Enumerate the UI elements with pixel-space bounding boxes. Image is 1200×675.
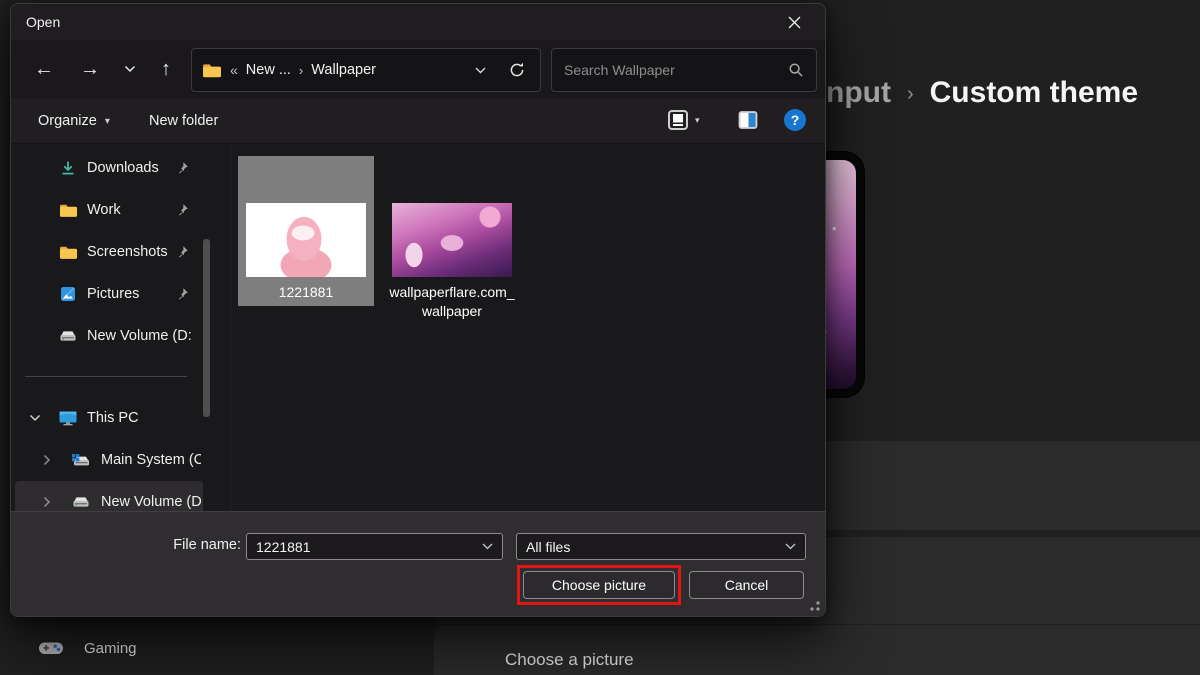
file-name-label: File name:	[11, 537, 241, 553]
sidebar-item-this-pc[interactable]: This PC	[15, 397, 203, 439]
sidebar-item-new-volume-pinned[interactable]: New Volume (D:	[15, 315, 203, 357]
folder-icon	[58, 245, 78, 260]
dialog-title: Open	[26, 14, 60, 30]
file-name-label: 1221881	[238, 283, 374, 302]
breadcrumb: nput › Custom theme	[826, 76, 1138, 110]
chevron-right-icon[interactable]	[43, 454, 51, 466]
file-item-1221881[interactable]: 1221881	[238, 156, 374, 306]
recent-locations-chevron-icon[interactable]	[113, 53, 147, 85]
back-icon[interactable]: ←	[27, 53, 61, 85]
pin-icon	[175, 203, 189, 217]
sidebar-item-label: New Volume (D:	[87, 328, 192, 344]
search-input[interactable]: Search Wallpaper	[551, 48, 817, 92]
dialog-content: Downloads Work	[11, 144, 825, 513]
chevron-down-icon[interactable]	[29, 414, 41, 422]
change-view-icon[interactable]	[667, 109, 689, 131]
preview-pane-icon[interactable]	[737, 109, 759, 131]
refresh-icon[interactable]	[508, 61, 526, 79]
dialog-titlebar: Open	[11, 4, 825, 40]
breadcrumb-parent-partial[interactable]: nput	[826, 76, 891, 110]
file-name-value: 1221881	[256, 539, 311, 555]
chevron-down-icon: ▾	[105, 114, 110, 127]
command-toolbar: Organize ▾ New folder ▾ ?	[11, 98, 825, 144]
file-name-label: wallpaperflare.com_wallpaper	[382, 283, 522, 321]
pin-icon	[175, 245, 189, 259]
breadcrumb-current-folder[interactable]: Wallpaper	[311, 62, 376, 78]
sidebar-item-label: Main System (C	[101, 452, 201, 468]
sidebar-item-label: This PC	[87, 410, 139, 426]
up-icon[interactable]: ↑	[149, 53, 183, 85]
drive-icon	[58, 329, 78, 343]
chevron-down-icon[interactable]	[482, 543, 493, 550]
drive-icon	[71, 495, 91, 509]
sidebar-item-main-system-c[interactable]: Main System (C	[15, 439, 203, 481]
sidebar-item-label: Work	[87, 202, 121, 218]
breadcrumb-parent-folder[interactable]: New ...	[246, 62, 291, 78]
navigation-bar: ← → ↑ « New ... › Wallpaper	[11, 40, 825, 98]
sidebar-item-label: Gaming	[84, 640, 137, 657]
this-pc-icon	[58, 410, 78, 426]
breadcrumb-separator: ›	[907, 80, 914, 106]
file-list: 1221881 wallpaperflare.com_wallpaper	[231, 144, 825, 513]
address-dropdown-chevron-icon[interactable]	[475, 67, 486, 74]
resize-grip[interactable]	[807, 598, 821, 612]
page-title: Custom theme	[930, 76, 1138, 110]
search-icon[interactable]	[788, 62, 804, 78]
chevron-down-icon[interactable]	[785, 543, 796, 550]
navigation-pane: Downloads Work	[11, 144, 231, 513]
sidebar-item-screenshots[interactable]: Screenshots	[15, 231, 203, 273]
chevron-right-icon[interactable]	[43, 496, 51, 508]
pin-icon	[175, 161, 189, 175]
file-type-value: All files	[526, 539, 570, 555]
address-bar[interactable]: « New ... › Wallpaper	[191, 48, 541, 92]
sidebar-item-gaming[interactable]: Gaming	[28, 630, 147, 666]
annotation-highlight-box: Choose picture	[517, 565, 681, 605]
help-icon[interactable]: ?	[784, 109, 806, 131]
view-options-caret-icon[interactable]: ▾	[695, 115, 700, 126]
sidebar-scrollbar[interactable]	[203, 239, 210, 417]
cancel-button[interactable]: Cancel	[689, 571, 804, 599]
os-drive-icon	[71, 453, 91, 468]
download-icon	[58, 160, 78, 176]
open-dialog: Open ← → ↑ « New ... › Wallpaper	[10, 3, 826, 617]
search-placeholder: Search Wallpaper	[564, 62, 675, 78]
pictures-icon	[58, 286, 78, 302]
file-thumbnail	[392, 203, 512, 277]
close-icon[interactable]	[777, 8, 811, 36]
sidebar-item-pictures[interactable]: Pictures	[15, 273, 203, 315]
folder-icon	[202, 63, 222, 78]
sidebar-item-label: Downloads	[87, 160, 159, 176]
file-item-wallpaperflare[interactable]: wallpaperflare.com_wallpaper	[382, 156, 522, 306]
screen: nput › Custom theme Gaming Choose a pict…	[0, 0, 1200, 675]
sidebar-item-label: Screenshots	[87, 244, 168, 260]
pin-icon	[175, 287, 189, 301]
choose-a-picture-label: Choose a picture	[505, 650, 634, 670]
new-folder-button[interactable]: New folder	[149, 113, 218, 129]
choose-picture-button[interactable]: Choose picture	[523, 571, 675, 599]
sidebar-item-label: Pictures	[87, 286, 139, 302]
dialog-footer: File name: 1221881 All files Choose pict…	[11, 511, 825, 616]
sidebar-item-downloads[interactable]: Downloads	[15, 147, 203, 189]
breadcrumb-chevron[interactable]: ›	[299, 62, 303, 78]
file-name-input[interactable]: 1221881	[246, 533, 503, 560]
sidebar-item-work[interactable]: Work	[15, 189, 203, 231]
folder-icon	[58, 203, 78, 218]
file-thumbnail	[246, 203, 366, 277]
gamepad-icon	[38, 639, 64, 657]
sidebar-item-label: New Volume (D	[101, 494, 201, 510]
organize-menu-button[interactable]: Organize ▾	[38, 113, 110, 129]
forward-icon[interactable]: →	[73, 53, 107, 85]
organize-label: Organize	[38, 113, 97, 129]
file-type-select[interactable]: All files	[516, 533, 806, 560]
breadcrumb-overflow-icon[interactable]: «	[230, 62, 238, 78]
sidebar-divider	[25, 376, 187, 377]
